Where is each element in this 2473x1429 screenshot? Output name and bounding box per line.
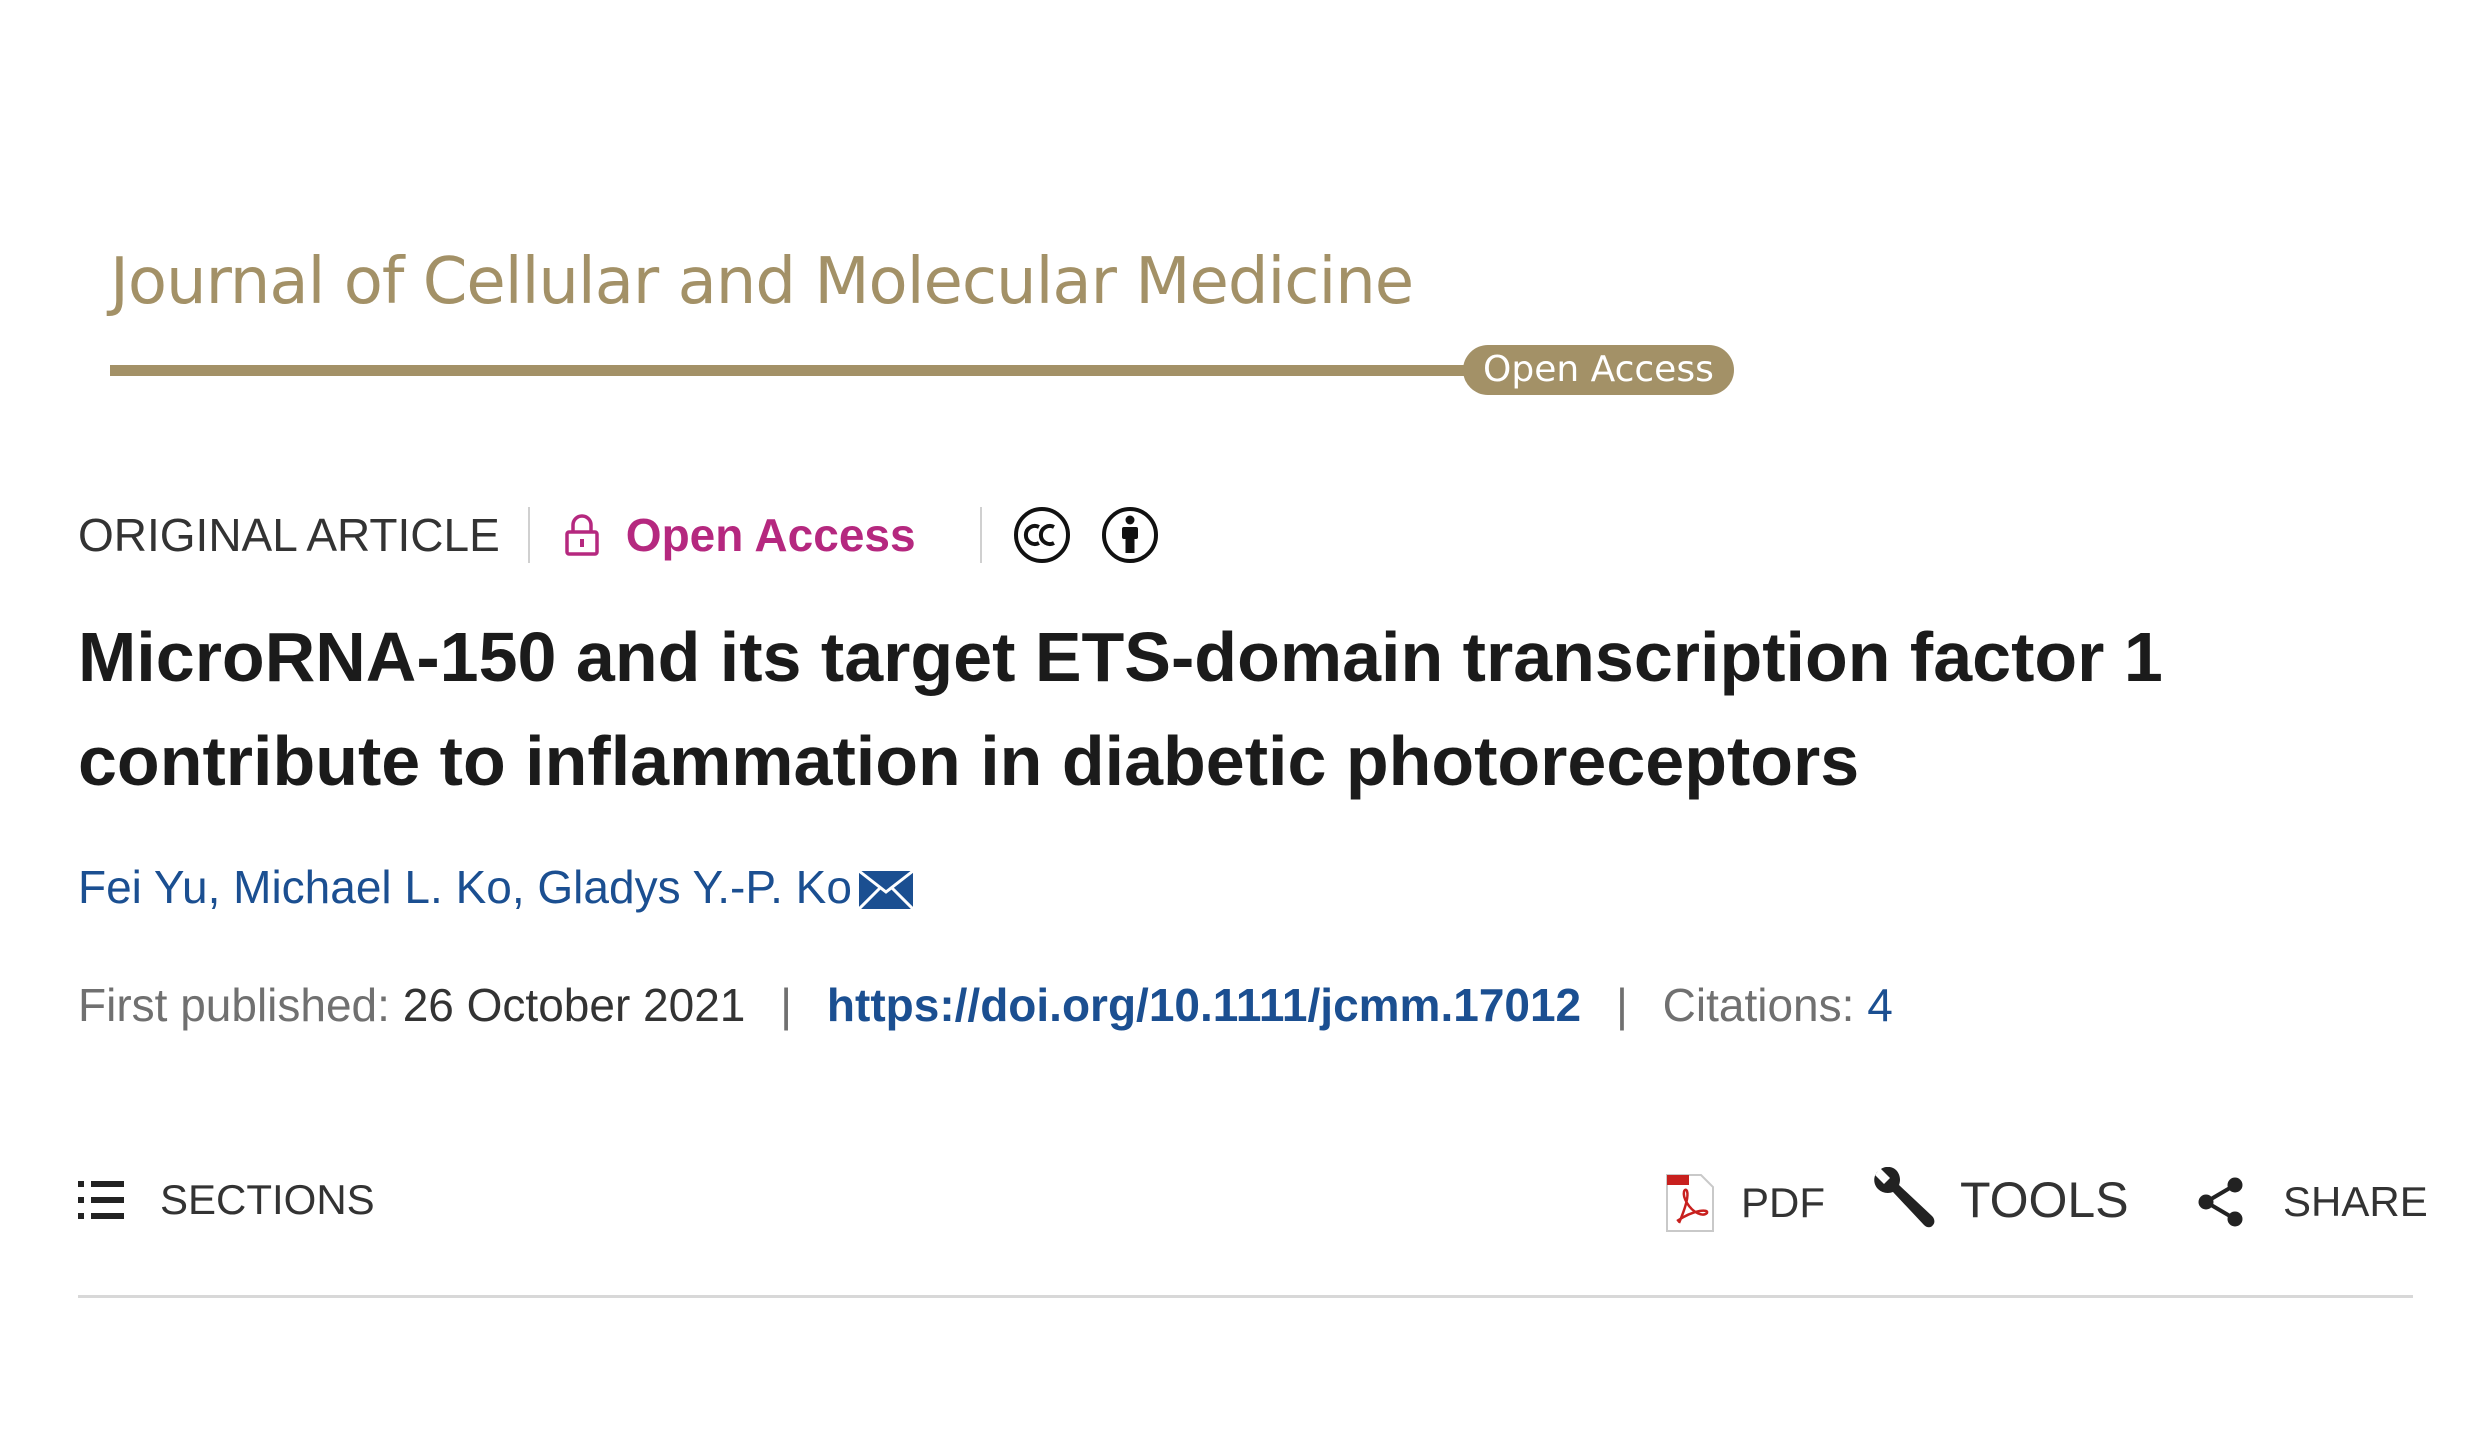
journal-open-access-badge: Open Access	[1463, 345, 1734, 395]
list-icon	[78, 1181, 124, 1219]
pdf-button[interactable]: PDF	[1665, 1168, 1825, 1238]
lock-icon	[565, 514, 599, 556]
open-access-label[interactable]: Open Access	[626, 508, 916, 562]
first-published-label: First published:	[78, 979, 390, 1031]
author-list: Fei Yu, Michael L. Ko, Gladys Y.-P. Ko	[78, 860, 914, 914]
meta-divider	[979, 507, 982, 563]
article-meta-row: ORIGINAL ARTICLE Open Access	[78, 505, 1160, 565]
share-icon	[2198, 1177, 2243, 1227]
doi-link[interactable]: https://doi.org/10.1111/jcmm.17012	[827, 979, 1581, 1031]
citations-label: Citations:	[1662, 979, 1855, 1031]
pdf-label: PDF	[1741, 1179, 1825, 1226]
tools-label: TOOLS	[1960, 1172, 2129, 1228]
sections-button[interactable]: SECTIONS	[78, 1170, 375, 1230]
journal-title[interactable]: Journal of Cellular and Molecular Medici…	[110, 245, 1414, 319]
citations-count-link[interactable]: 4	[1867, 979, 1893, 1031]
sections-label: SECTIONS	[160, 1176, 375, 1223]
article-type-label: ORIGINAL ARTICLE	[78, 509, 500, 561]
meta-divider	[527, 507, 530, 563]
share-button[interactable]: SHARE	[2195, 1172, 2428, 1232]
publication-info: First published: 26 October 2021 | https…	[78, 978, 1893, 1032]
author-separator: ,	[511, 861, 538, 913]
toolbar-divider	[78, 1295, 2413, 1298]
first-published-date: 26 October 2021	[402, 979, 746, 1031]
author-separator: ,	[207, 861, 234, 913]
pdf-file-icon	[1666, 1174, 1714, 1232]
creative-commons-icon[interactable]	[1012, 505, 1072, 565]
info-separator: |	[1615, 979, 1628, 1031]
journal-banner-rule	[110, 365, 1470, 376]
author-link[interactable]: Michael L. Ko	[233, 860, 512, 914]
tools-button[interactable]: TOOLS	[1870, 1165, 2129, 1235]
wrench-icon	[1874, 1167, 1935, 1228]
author-link[interactable]: Gladys Y.-P. Ko	[537, 860, 852, 914]
author-link[interactable]: Fei Yu	[78, 860, 208, 914]
attribution-icon[interactable]	[1100, 505, 1160, 565]
share-label: SHARE	[2283, 1178, 2428, 1225]
mail-icon[interactable]	[857, 870, 914, 910]
article-title: MicroRNA-150 and its target ETS-domain t…	[78, 618, 2163, 800]
info-separator: |	[780, 979, 793, 1031]
